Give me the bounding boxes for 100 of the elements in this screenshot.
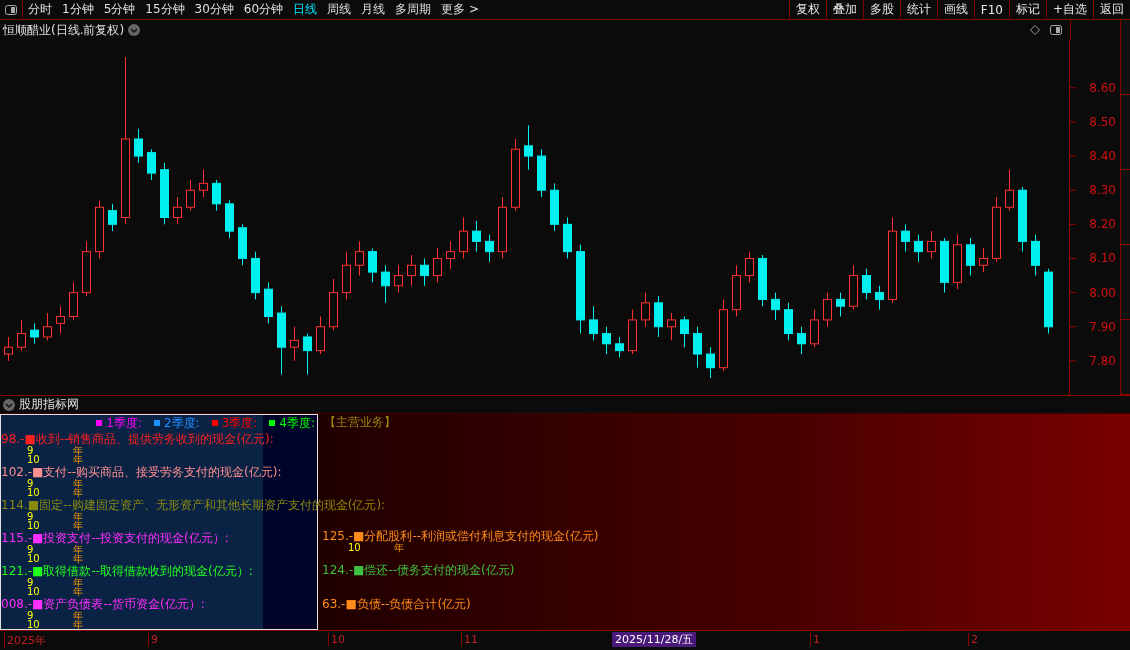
candlestick xyxy=(628,309,637,355)
indicator-label: 98.-■收到--销售商品、提供劳务收到的现金(亿元): xyxy=(1,432,274,446)
indicator-value: 10 xyxy=(27,620,41,629)
unit-label: 年 xyxy=(73,479,83,488)
candlestick xyxy=(654,295,663,338)
diamond-icon[interactable] xyxy=(1030,25,1040,35)
toolbar-button[interactable]: 复权 xyxy=(788,0,826,19)
candlestick xyxy=(862,268,871,300)
unit-label: 年 xyxy=(73,620,83,629)
candlestick xyxy=(82,240,91,297)
indicator-title: 股朋指标网 xyxy=(19,396,79,413)
candlestick xyxy=(589,305,598,341)
candlestick xyxy=(680,316,689,348)
candlestick xyxy=(745,251,754,283)
candlestick xyxy=(784,302,793,341)
unit-label: 年 xyxy=(73,578,83,587)
indicator-label: 63.-■负债--负债合计(亿元) xyxy=(322,597,471,611)
toolbar-button[interactable]: 统计 xyxy=(899,0,937,19)
candlestick xyxy=(186,179,195,212)
candlestick xyxy=(927,230,936,259)
period-tab[interactable]: 更多 > xyxy=(436,0,484,19)
period-tab[interactable]: 60分钟 xyxy=(238,0,289,19)
toolbar-button[interactable]: +自选 xyxy=(1045,0,1093,19)
main-business-label: 【主营业务】 xyxy=(324,413,396,431)
indicator-value: 9 xyxy=(27,611,34,620)
candlestick xyxy=(264,281,273,324)
candlestick xyxy=(355,240,364,277)
price-label: 7.90 xyxy=(1089,319,1116,334)
toolbar-button[interactable]: 标记 xyxy=(1008,0,1046,19)
unit-label: 年 xyxy=(73,521,83,530)
candlestick xyxy=(4,336,13,362)
candlestick xyxy=(446,240,455,270)
indicator-label: 121.-■取得借款--取得借款收到的现金(亿元）: xyxy=(1,564,253,578)
candlestick xyxy=(1005,169,1014,212)
price-label: 8.10 xyxy=(1089,251,1116,266)
indicator-label: 115.-■投资支付--投资支付的现金(亿元）: xyxy=(1,531,229,545)
candlestick xyxy=(485,234,494,263)
candlestick xyxy=(901,223,910,253)
candlestick xyxy=(940,237,949,294)
indicator-value: 10 xyxy=(27,521,41,530)
candlestick xyxy=(329,278,338,331)
panel-toggle-icon[interactable] xyxy=(1050,25,1062,35)
candlestick xyxy=(43,312,52,341)
toolbar-button[interactable]: 多股 xyxy=(862,0,900,19)
candlestick xyxy=(615,336,624,358)
period-tab[interactable]: 周线 xyxy=(322,0,357,19)
legend-label: 3季度: xyxy=(221,414,258,432)
price-label: 8.30 xyxy=(1089,183,1116,198)
period-tab[interactable]: 月线 xyxy=(356,0,391,19)
chevron-down-icon[interactable] xyxy=(3,398,15,411)
unit-label: 年 xyxy=(73,446,83,455)
price-label: 8.40 xyxy=(1089,149,1116,164)
indicator-label: 124.-■偿还--债务支付的现金(亿元) xyxy=(322,563,515,577)
candlestick xyxy=(1018,186,1027,253)
candlestick xyxy=(810,309,819,348)
period-tab[interactable]: 15分钟 xyxy=(140,0,190,19)
candlestick xyxy=(524,124,533,171)
unit-label: 年 xyxy=(73,512,83,521)
candlestick xyxy=(875,285,884,311)
date-label: 2025年 xyxy=(4,633,46,648)
period-tab[interactable]: 30分钟 xyxy=(189,0,239,19)
candlestick xyxy=(771,292,780,321)
period-tab[interactable]: 多周期 xyxy=(390,0,437,19)
unit-label: 年 xyxy=(73,587,83,596)
candlestick xyxy=(173,196,182,225)
period-tab[interactable]: 1分钟 xyxy=(57,0,99,19)
candlestick xyxy=(537,148,546,198)
candlestick xyxy=(342,251,351,300)
candlestick xyxy=(602,326,611,355)
candlestick xyxy=(693,326,702,369)
period-tab[interactable]: 分时 xyxy=(23,0,57,19)
chevron-down-icon[interactable] xyxy=(128,24,141,36)
candlestick xyxy=(95,199,104,259)
candlestick xyxy=(238,223,247,266)
indicator-value: 9 xyxy=(27,578,34,587)
candlestick xyxy=(472,220,481,253)
candlestick xyxy=(303,333,312,375)
date-cursor-label: 2025/11/28/五 xyxy=(612,632,697,647)
candlestick xyxy=(160,162,169,225)
candlestick xyxy=(979,247,988,273)
unit-label: 年 xyxy=(73,545,83,554)
indicator-label: 125.-■分配股利--利润或偿付利息支付的现金(亿元) xyxy=(322,529,599,543)
panel-toggle-icon[interactable] xyxy=(5,4,17,15)
toolbar-button[interactable]: 返回 xyxy=(1093,0,1130,19)
candlestick xyxy=(914,234,923,263)
candlestick xyxy=(992,196,1001,263)
candlestick xyxy=(797,326,806,355)
candlestick xyxy=(199,169,208,198)
legend-label: 1季度: xyxy=(106,414,142,432)
toolbar-button[interactable]: F10 xyxy=(973,0,1009,19)
date-label: 1 xyxy=(810,633,820,646)
period-tab[interactable]: 5分钟 xyxy=(98,0,141,19)
indicator-value: 10 xyxy=(27,455,41,464)
toolbar-button[interactable]: 叠加 xyxy=(825,0,863,19)
toolbar-button[interactable]: 画线 xyxy=(936,0,974,19)
legend-label: 4季度: xyxy=(279,414,315,432)
candlestick xyxy=(56,305,65,335)
period-tab[interactable]: 日线 xyxy=(288,0,323,19)
candlestick xyxy=(17,319,26,352)
unit-label: 年 xyxy=(73,554,83,563)
